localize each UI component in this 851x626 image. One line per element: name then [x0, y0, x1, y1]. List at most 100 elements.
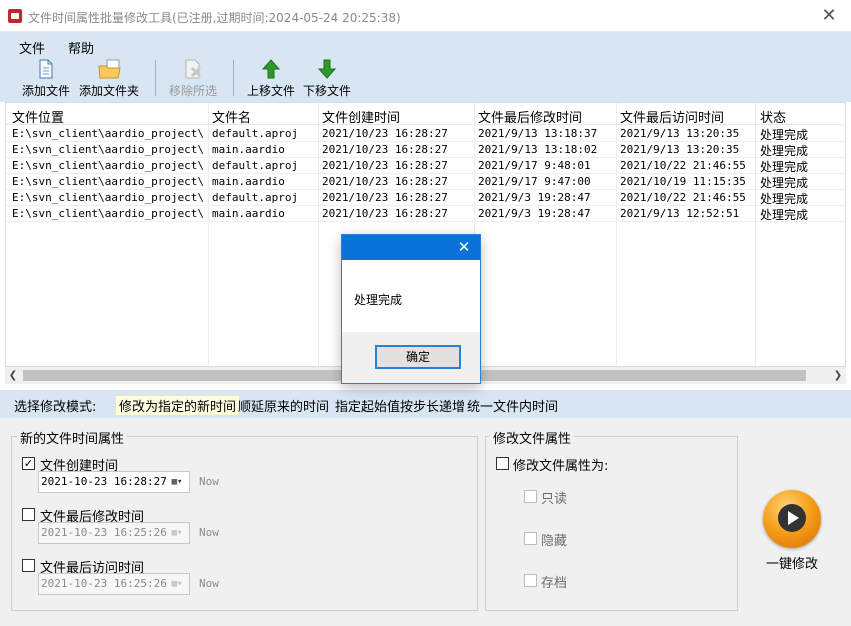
table-cell: 处理完成: [760, 160, 809, 174]
table-cell: 处理完成: [760, 144, 809, 158]
dialog-close-button[interactable]: ✕: [452, 237, 476, 257]
table-cell: 2021/10/22 21:46:55: [620, 159, 746, 172]
table-cell: default.aproj: [212, 191, 299, 204]
table-cell: 2021/9/13 13:20:35: [620, 127, 740, 140]
hidden-label: 隐藏: [541, 534, 568, 549]
menu-help[interactable]: 帮助: [68, 38, 94, 57]
add-file-label: 添加文件: [22, 84, 71, 98]
dialog-message: 处理完成: [354, 293, 403, 307]
table-cell: 2021/9/13 12:52:51: [620, 207, 740, 220]
scroll-left-icon[interactable]: ❮: [5, 367, 21, 384]
add-folder-label: 添加文件夹: [79, 84, 140, 98]
table-row[interactable]: E:\svn_client\aardio_project\... default.…: [6, 190, 845, 206]
table-cell: default.aproj: [212, 127, 299, 140]
move-up-label: 上移文件: [247, 84, 296, 98]
table-cell: 2021/10/23 16:28:27: [322, 127, 448, 140]
modified-now-button[interactable]: Now: [199, 526, 219, 539]
mode-option-unify[interactable]: 统一文件内时间: [467, 396, 558, 415]
table-cell: 2021/9/17 9:48:01: [478, 159, 591, 172]
accessed-now-button[interactable]: Now: [199, 577, 219, 590]
calendar-dropdown-icon[interactable]: ▦▾: [168, 526, 186, 540]
file-icon: [35, 58, 57, 80]
accessed-time-value: 2021-10-23 16:25:26: [41, 577, 167, 590]
calendar-dropdown-icon[interactable]: ▦▾: [168, 577, 186, 591]
toolbar-separator: [155, 60, 156, 96]
accessed-time-picker[interactable]: 2021-10-23 16:25:26 ▦▾: [38, 573, 190, 595]
table-cell: 处理完成: [760, 192, 809, 206]
creation-time-value: 2021-10-23 16:28:27: [41, 475, 167, 488]
window-title: 文件时间属性批量修改工具(已注册,过期时间:2024-05-24 20:25:3…: [28, 11, 401, 25]
table-row[interactable]: E:\svn_client\aardio_project\... default.…: [6, 158, 845, 174]
menu-file[interactable]: 文件: [19, 38, 45, 57]
close-window-button[interactable]: ✕: [816, 4, 842, 28]
folder-icon: [98, 58, 121, 80]
modify-attributes-checkbox[interactable]: [496, 457, 509, 470]
toolbar-separator: [233, 60, 234, 96]
column-header[interactable]: 文件创建时间: [322, 107, 400, 126]
table-row[interactable]: E:\svn_client\aardio_project\... default.…: [6, 126, 845, 142]
add-folder-button[interactable]: 添加文件夹: [79, 58, 139, 99]
table-cell: E:\svn_client\aardio_project\...: [12, 191, 206, 204]
table-cell: main.aardio: [212, 143, 285, 156]
table-cell: 2021/10/23 16:28:27: [322, 191, 448, 204]
creation-now-button[interactable]: Now: [199, 475, 219, 488]
add-file-button[interactable]: 添加文件: [22, 58, 70, 99]
column-header[interactable]: 文件位置: [12, 107, 64, 126]
arrow-down-icon: [316, 58, 338, 80]
table-row[interactable]: E:\svn_client\aardio_project\... main.aar…: [6, 174, 845, 190]
scroll-right-icon[interactable]: ❯: [830, 367, 846, 384]
table-cell: 2021/10/23 16:28:27: [322, 159, 448, 172]
modified-time-picker[interactable]: 2021-10-23 16:25:26 ▦▾: [38, 522, 190, 544]
message-dialog: ✕ 处理完成 确定: [341, 234, 481, 384]
table-cell: 处理完成: [760, 208, 809, 222]
table-header: 文件位置 文件名 文件创建时间 文件最后修改时间 文件最后访问时间 状态: [6, 103, 845, 126]
creation-time-checkbox[interactable]: ✓: [22, 457, 35, 470]
calendar-dropdown-icon[interactable]: ▦▾: [168, 475, 186, 489]
table-row[interactable]: E:\svn_client\aardio_project\... main.aar…: [6, 206, 845, 222]
column-header[interactable]: 状态: [760, 107, 786, 126]
table-cell: 2021/10/23 16:28:27: [322, 143, 448, 156]
move-down-label: 下移文件: [303, 84, 352, 98]
title-bar: 文件时间属性批量修改工具(已注册,过期时间:2024-05-24 20:25:3…: [0, 0, 851, 32]
table-cell: 2021/9/13 13:20:35: [620, 143, 740, 156]
dialog-footer: 确定: [342, 332, 480, 383]
modified-time-checkbox[interactable]: [22, 508, 35, 521]
table-cell: 2021/10/23 16:28:27: [322, 175, 448, 188]
mode-option-new-time[interactable]: 修改为指定的新时间: [115, 395, 241, 416]
table-cell: 2021/9/13 13:18:02: [478, 143, 598, 156]
table-row[interactable]: E:\svn_client\aardio_project\... main.aar…: [6, 142, 845, 158]
column-header[interactable]: 文件最后修改时间: [478, 107, 582, 126]
app-icon: [8, 9, 22, 23]
move-down-button[interactable]: 下移文件: [303, 58, 351, 99]
remove-selected-label: 移除所选: [169, 84, 218, 98]
remove-selected-button[interactable]: 移除所选: [169, 58, 217, 99]
table-cell: 处理完成: [760, 176, 809, 190]
mode-option-step-increment[interactable]: 指定起始值按步长递增: [335, 396, 465, 415]
ok-button[interactable]: 确定: [375, 345, 461, 369]
apply-label[interactable]: 一键修改: [766, 553, 818, 572]
table-cell: 2021/10/23 16:28:27: [322, 207, 448, 220]
time-group-title: 新的文件时间属性: [17, 428, 128, 447]
table-cell: E:\svn_client\aardio_project\...: [12, 207, 206, 220]
play-icon: [778, 504, 806, 532]
table-cell: 2021/10/22 21:46:55: [620, 191, 746, 204]
creation-time-picker[interactable]: 2021-10-23 16:28:27 ▦▾: [38, 471, 190, 493]
table-cell: 2021/9/13 13:18:37: [478, 127, 598, 140]
table-cell: 处理完成: [760, 128, 809, 142]
attr-group-title: 修改文件属性: [490, 428, 575, 447]
accessed-time-checkbox[interactable]: [22, 559, 35, 572]
modify-attributes-label: 修改文件属性为:: [513, 459, 609, 474]
column-header[interactable]: 文件名: [212, 107, 251, 126]
table-cell: 2021/9/3 19:28:47: [478, 207, 591, 220]
dialog-titlebar: ✕: [342, 235, 480, 260]
hidden-checkbox[interactable]: [524, 532, 537, 545]
readonly-label: 只读: [541, 492, 568, 507]
move-up-button[interactable]: 上移文件: [247, 58, 295, 99]
archive-checkbox[interactable]: [524, 574, 537, 587]
mode-option-postpone[interactable]: 顺延原来的时间: [238, 396, 329, 415]
table-cell: 2021/10/19 11:15:35: [620, 175, 746, 188]
column-header[interactable]: 文件最后访问时间: [620, 107, 724, 126]
apply-button[interactable]: [763, 490, 821, 548]
readonly-checkbox[interactable]: [524, 490, 537, 503]
table-cell: 2021/9/3 19:28:47: [478, 191, 591, 204]
